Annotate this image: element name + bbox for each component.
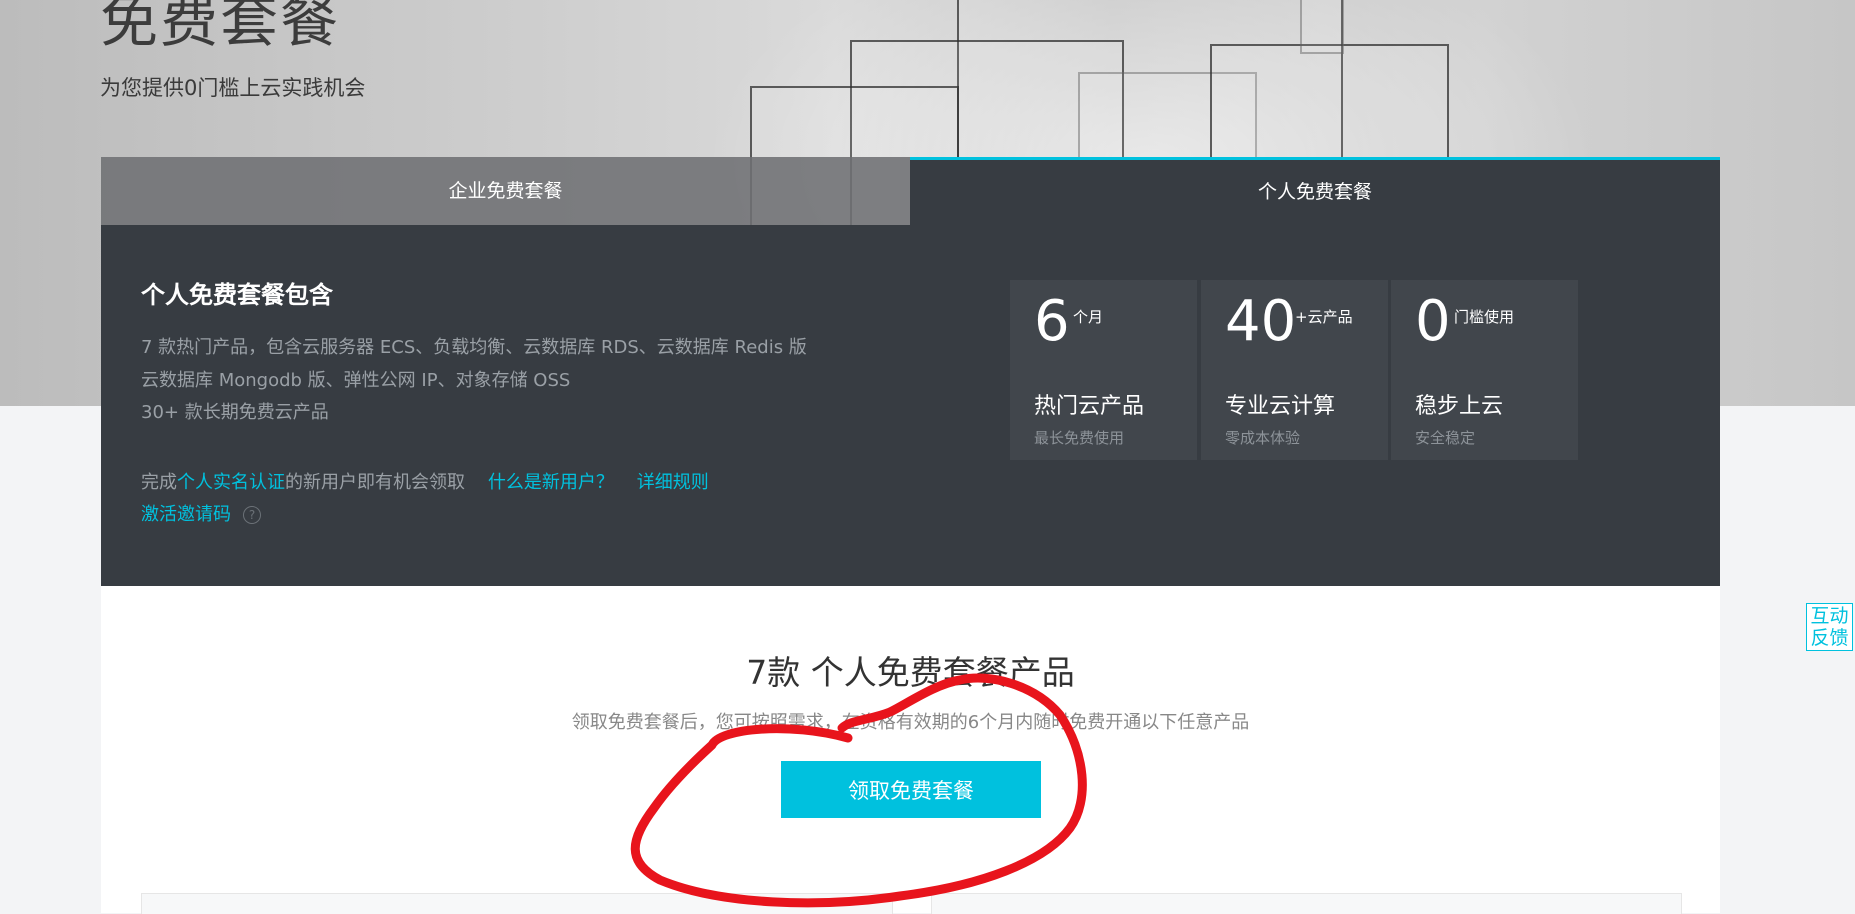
invite-code-row: 激活邀请码? — [141, 500, 261, 526]
question-help-icon[interactable]: ? — [243, 506, 261, 524]
detailed-rules-link[interactable]: 详细规则 — [637, 472, 709, 493]
section-title: 7款 个人免费套餐产品 — [746, 653, 1075, 692]
stat-number: 6 — [1034, 289, 1070, 354]
stat-title: 稳步上云 — [1415, 394, 1504, 419]
stat-card-months: 6 个月 热门云产品 最长免费使用 — [1010, 280, 1197, 460]
identity-verification-link[interactable]: 个人实名认证 — [177, 472, 285, 493]
stat-unit: 门槛使用 — [1454, 308, 1515, 326]
stat-title: 专业云计算 — [1225, 394, 1336, 419]
stat-subtitle: 安全稳定 — [1415, 429, 1476, 447]
section-description: 领取免费套餐后，您可按照需求，在资格有效期的6个月内随时免费开通以下任意产品 — [571, 712, 1250, 733]
stat-subtitle: 最长免费使用 — [1034, 429, 1125, 447]
personal-plan-panel: 个人免费套餐包含 7 款热门产品，包含云服务器 ECS、负载均衡、云数据库 RD… — [101, 225, 1720, 586]
feedback-button[interactable]: 互动 反馈 — [1806, 603, 1853, 651]
plan-tabs: 企业免费套餐 个人免费套餐 — [101, 157, 1720, 225]
product-card — [141, 893, 893, 914]
page-subtitle: 为您提供0门槛上云实践机会 — [100, 76, 366, 100]
stat-title: 热门云产品 — [1034, 394, 1145, 419]
glass-box-decoration — [1300, 0, 1344, 54]
tab-personal-free-plan[interactable]: 个人免费套餐 — [910, 157, 1720, 225]
page-title: 免费套餐 — [100, 0, 341, 55]
panel-heading: 个人免费套餐包含 — [141, 281, 333, 309]
products-section: 7款 个人免费套餐产品 领取免费套餐后，您可按照需求，在资格有效期的6个月内随时… — [101, 586, 1720, 914]
stat-number: 0 — [1415, 289, 1451, 354]
claim-free-plan-button[interactable]: 领取免费套餐 — [781, 761, 1041, 818]
stat-subtitle: 零成本体验 — [1225, 429, 1301, 447]
plan-description-line: 云数据库 Mongodb 版、弹性公网 IP、对象存储 OSS — [141, 370, 571, 391]
tab-enterprise-free-plan[interactable]: 企业免费套餐 — [101, 157, 910, 225]
stat-card-products: 40 +云产品 专业云计算 零成本体验 — [1201, 280, 1388, 460]
activate-invite-code-link[interactable]: 激活邀请码 — [141, 504, 231, 525]
eligibility-suffix: 的新用户即有机会领取 — [285, 472, 465, 493]
feedback-label-line1: 互动 — [1810, 605, 1849, 627]
stat-unit: +云产品 — [1295, 308, 1353, 326]
plan-description-line: 7 款热门产品，包含云服务器 ECS、负载均衡、云数据库 RDS、云数据库 Re… — [141, 337, 807, 358]
product-card — [931, 893, 1682, 914]
plan-description-line: 30+ 款长期免费云产品 — [141, 402, 329, 423]
stat-card-threshold: 0 门槛使用 稳步上云 安全稳定 — [1391, 280, 1578, 460]
stat-unit: 个月 — [1073, 308, 1104, 326]
stat-number: 40 — [1225, 289, 1297, 354]
feedback-label-line2: 反馈 — [1810, 627, 1849, 649]
what-is-new-user-link[interactable]: 什么是新用户？ — [488, 472, 614, 493]
eligibility-prefix: 完成 — [141, 472, 177, 493]
eligibility-text: 完成个人实名认证的新用户即有机会领取 什么是新用户？ 详细规则 — [141, 468, 709, 494]
